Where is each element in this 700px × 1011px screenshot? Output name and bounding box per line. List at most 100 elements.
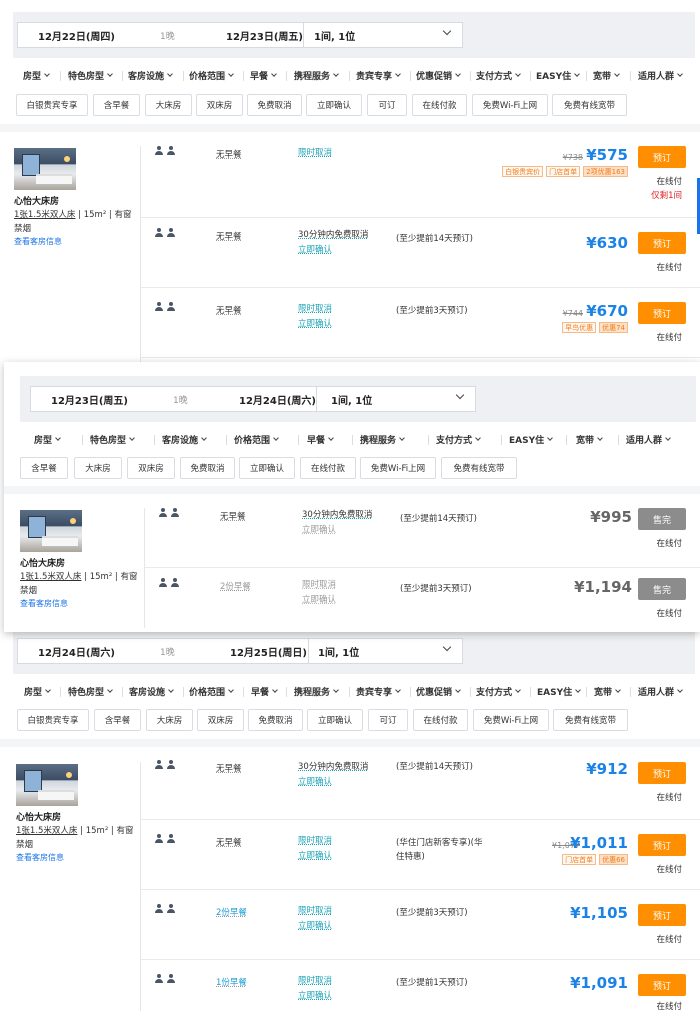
breakfast-info[interactable]: 无早餐 — [216, 836, 242, 848]
filter-price[interactable]: 价格范围 — [234, 433, 279, 446]
tag-chip[interactable]: 可订 — [367, 94, 407, 116]
tag-chip[interactable]: 含早餐 — [94, 709, 141, 731]
room-photo[interactable] — [20, 510, 82, 552]
room-guest-select[interactable]: 1间, 1位 — [331, 392, 372, 407]
filter-breakfast[interactable]: 早餐 — [250, 69, 277, 82]
tag-chip[interactable]: 免费有线宽带 — [441, 457, 517, 479]
filter-payment[interactable]: 支付方式 — [476, 69, 521, 82]
checkout-date[interactable]: 12月25日(周日) — [230, 644, 307, 659]
book-button[interactable]: 预订 — [638, 146, 686, 168]
tag-chip[interactable]: 双床房 — [127, 457, 175, 479]
cancel-policy[interactable]: 限时取消 立即确认 — [298, 302, 332, 332]
filter-room-type[interactable]: 房型 — [34, 433, 61, 446]
book-button[interactable]: 预订 — [638, 302, 686, 324]
filter-payment[interactable]: 支付方式 — [436, 433, 481, 446]
room-photo[interactable] — [14, 148, 76, 190]
breakfast-info[interactable]: 无早餐 — [216, 148, 242, 160]
tag-chip[interactable]: 大床房 — [74, 457, 122, 479]
tag-chip[interactable]: 双床房 — [197, 709, 244, 731]
checkout-date[interactable]: 12月24日(周六) — [239, 392, 316, 407]
filter-broadband[interactable]: 宽带 — [594, 685, 621, 698]
filter-broadband[interactable]: 宽带 — [576, 433, 603, 446]
breakfast-info[interactable]: 2份早餐 — [220, 580, 251, 592]
promo-badge[interactable]: 优惠66 — [599, 854, 628, 865]
checkin-date[interactable]: 12月24日(周六) — [38, 644, 115, 659]
tag-chip[interactable]: 大床房 — [145, 94, 192, 116]
cancel-policy[interactable]: 30分钟内免费取消 立即确认 — [298, 760, 368, 790]
cancel-policy[interactable]: 限时取消 立即确认 — [298, 834, 332, 864]
filter-vip[interactable]: 贵宾专享 — [356, 685, 401, 698]
tag-chip[interactable]: 免费Wi-Fi上网 — [472, 94, 548, 116]
filter-price[interactable]: 价格范围 — [189, 685, 234, 698]
filter-ctrip-service[interactable]: 携程服务 — [360, 433, 405, 446]
filter-breakfast[interactable]: 早餐 — [251, 685, 278, 698]
filter-room-type[interactable]: 房型 — [23, 69, 50, 82]
filter-broadband[interactable]: 宽带 — [593, 69, 620, 82]
checkout-date[interactable]: 12月23日(周五) — [226, 28, 303, 43]
breakfast-info[interactable]: 无早餐 — [216, 304, 242, 316]
cancel-policy[interactable]: 限时取消 立即确认 — [302, 578, 336, 608]
room-guest-select[interactable]: 1间, 1位 — [314, 28, 355, 43]
filter-price[interactable]: 价格范围 — [189, 69, 234, 82]
room-guest-select[interactable]: 1间, 1位 — [318, 644, 359, 659]
room-detail-link[interactable]: 查看客房信息 — [16, 852, 64, 863]
filter-payment[interactable]: 支付方式 — [476, 685, 521, 698]
book-button[interactable]: 预订 — [638, 834, 686, 856]
breakfast-info[interactable]: 1份早餐 — [216, 976, 247, 988]
room-detail-link[interactable]: 查看客房信息 — [14, 236, 62, 247]
breakfast-info[interactable]: 无早餐 — [220, 510, 246, 522]
tag-chip[interactable]: 白银贵宾专享 — [17, 709, 89, 731]
filter-vip[interactable]: 贵宾专享 — [356, 69, 401, 82]
tag-chip[interactable]: 免费取消 — [180, 457, 235, 479]
room-detail-link[interactable]: 查看客房信息 — [20, 598, 68, 609]
filter-ctrip-service[interactable]: 携程服务 — [294, 685, 339, 698]
tag-chip[interactable]: 可订 — [368, 709, 408, 731]
date-selector[interactable]: 12月22日(周四) 1晚 12月23日(周五) 1间, 1位 — [17, 22, 463, 48]
filter-ctrip-service[interactable]: 携程服务 — [294, 69, 339, 82]
book-button[interactable]: 预订 — [638, 762, 686, 784]
cancel-policy[interactable]: 限时取消 立即确认 — [298, 904, 332, 934]
filter-audience[interactable]: 适用人群 — [638, 69, 683, 82]
filter-breakfast[interactable]: 早餐 — [307, 433, 334, 446]
filter-facilities[interactable]: 客房设施 — [129, 685, 174, 698]
tag-chip[interactable]: 大床房 — [146, 709, 193, 731]
room-photo[interactable] — [16, 764, 78, 806]
filter-special-room[interactable]: 特色房型 — [68, 69, 113, 82]
checkin-date[interactable]: 12月22日(周四) — [38, 28, 115, 43]
breakfast-info[interactable]: 无早餐 — [216, 762, 242, 774]
book-button[interactable]: 预订 — [638, 232, 686, 254]
cancel-policy[interactable]: 限时取消 — [298, 146, 332, 161]
filter-easy[interactable]: EASY住 — [537, 685, 581, 698]
breakfast-info[interactable]: 无早餐 — [216, 230, 242, 242]
filter-audience[interactable]: 适用人群 — [626, 433, 671, 446]
breakfast-info[interactable]: 2份早餐 — [216, 906, 247, 918]
cancel-policy[interactable]: 30分钟内免费取消 立即确认 — [298, 228, 368, 258]
date-selector[interactable]: 12月23日(周五) 1晚 12月24日(周六) 1间, 1位 — [30, 386, 476, 412]
filter-easy[interactable]: EASY住 — [509, 433, 553, 446]
tag-chip[interactable]: 在线付款 — [412, 94, 467, 116]
tag-chip[interactable]: 立即确认 — [307, 709, 363, 731]
tag-chip[interactable]: 立即确认 — [239, 457, 295, 479]
filter-facilities[interactable]: 客房设施 — [128, 69, 173, 82]
filter-facilities[interactable]: 客房设施 — [162, 433, 207, 446]
promo-badge[interactable]: 优惠74 — [599, 322, 628, 333]
checkin-date[interactable]: 12月23日(周五) — [51, 392, 128, 407]
filter-promo[interactable]: 优惠促销 — [416, 69, 461, 82]
tag-chip[interactable]: 含早餐 — [93, 94, 140, 116]
tag-chip[interactable]: 白银贵宾专享 — [16, 94, 88, 116]
book-button[interactable]: 预订 — [638, 904, 686, 926]
filter-special-room[interactable]: 特色房型 — [68, 685, 113, 698]
tag-chip[interactable]: 在线付款 — [413, 709, 468, 731]
tag-chip[interactable]: 免费取消 — [248, 709, 303, 731]
promo-badge[interactable]: 2项优惠163 — [583, 166, 628, 177]
filter-easy[interactable]: EASY住 — [536, 69, 580, 82]
tag-chip[interactable]: 免费Wi-Fi上网 — [473, 709, 549, 731]
tag-chip[interactable]: 免费取消 — [247, 94, 302, 116]
tag-chip[interactable]: 免费有线宽带 — [552, 94, 627, 116]
tag-chip[interactable]: 立即确认 — [306, 94, 362, 116]
cancel-policy[interactable]: 30分钟内免费取消 立即确认 — [302, 508, 372, 538]
tag-chip[interactable]: 双床房 — [196, 94, 243, 116]
date-selector[interactable]: 12月24日(周六) 1晚 12月25日(周日) 1间, 1位 — [17, 638, 463, 664]
tag-chip[interactable]: 含早餐 — [20, 457, 68, 479]
filter-special-room[interactable]: 特色房型 — [90, 433, 135, 446]
